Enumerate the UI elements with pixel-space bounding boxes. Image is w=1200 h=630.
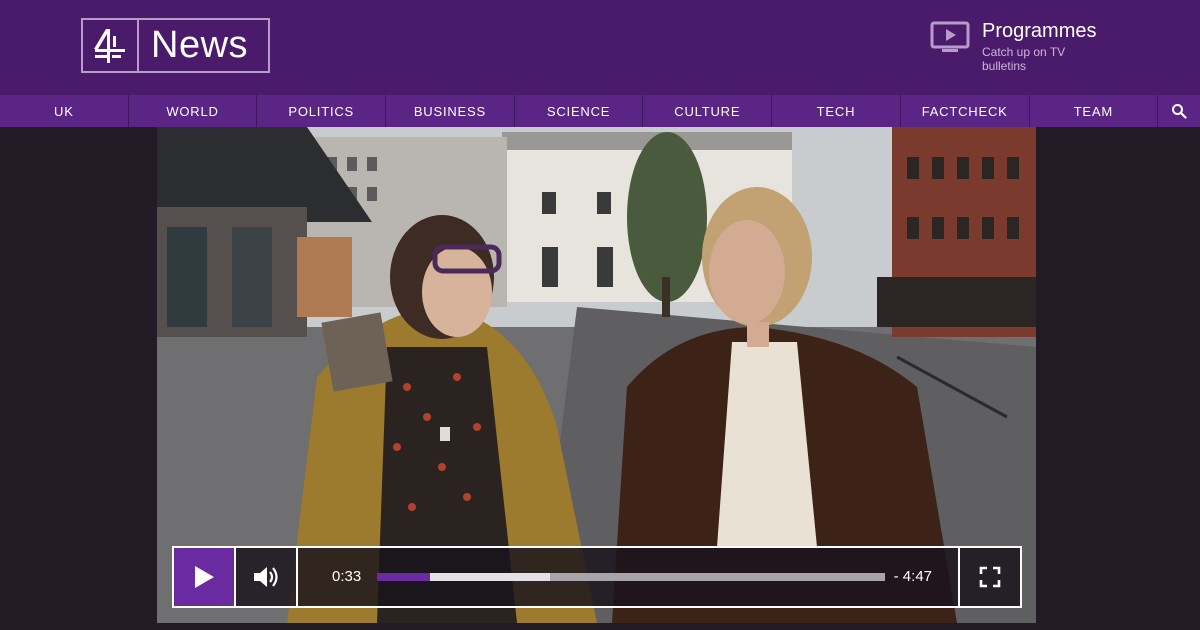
play-icon [195,566,214,588]
fullscreen-icon [979,566,1001,588]
nav-item-factcheck[interactable]: FACTCHECK [901,95,1030,127]
volume-button[interactable] [236,548,298,606]
progress-bar[interactable] [377,573,885,581]
volume-icon [254,567,278,587]
nav-item-tech[interactable]: TECH [772,95,901,127]
logo-text: News [151,24,249,66]
programmes-link[interactable]: Programmes Catch up on TV bulletins [930,20,1130,80]
video-player[interactable]: 0:33 - 4:47 [157,127,1036,623]
search-button[interactable] [1158,95,1199,127]
play-button[interactable] [174,548,236,606]
programmes-title: Programmes [982,20,1097,42]
nav-item-culture[interactable]: CULTURE [643,95,773,127]
search-icon [1171,104,1187,119]
fullscreen-button[interactable] [958,548,1020,606]
programmes-subtitle: Catch up on TV bulletins [982,45,1066,73]
main-nav: UK WORLD POLITICS BUSINESS SCIENCE CULTU… [0,95,1200,127]
player-controls: 0:33 - 4:47 [172,546,1022,608]
tv-play-icon [930,21,970,52]
nav-item-team[interactable]: TEAM [1030,95,1159,127]
nav-item-world[interactable]: WORLD [129,95,258,127]
played-bar [377,573,431,581]
channel4-news-logo[interactable]: News [81,18,270,73]
remaining-time: - 4:47 [893,568,932,585]
progress-track[interactable]: 0:33 - 4:47 [298,548,958,606]
site-header: News Programmes Catch up on TV bulletins [0,0,1200,95]
nav-item-science[interactable]: SCIENCE [515,95,644,127]
current-time: 0:33 [332,568,362,585]
nav-item-politics[interactable]: POLITICS [257,95,387,127]
nav-item-uk[interactable]: UK [0,95,129,127]
nav-item-business[interactable]: BUSINESS [386,95,515,127]
channel4-logo-icon [83,20,139,71]
